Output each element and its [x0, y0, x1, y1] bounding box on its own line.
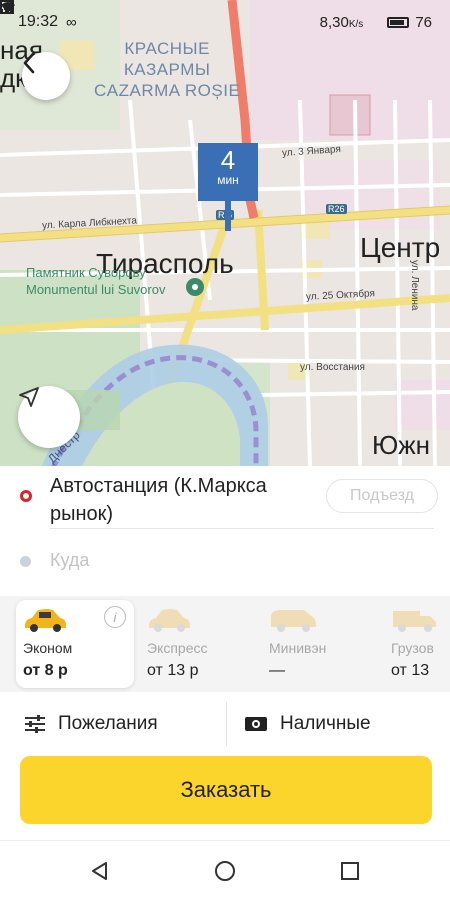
entrance-button[interactable]: Подъезд — [326, 479, 438, 513]
eta-badge: 4 мин — [198, 143, 258, 201]
status-time: 19:32 — [18, 13, 59, 30]
map-label-south: Южн — [372, 430, 431, 460]
locate-me-button[interactable] — [18, 386, 80, 448]
tariff-price: от 8 р — [23, 662, 68, 679]
tariff-name: Эконом — [23, 640, 73, 656]
map-label-street-vosstaniya: ул. Восстания — [300, 362, 365, 373]
tariff-price: от 13 р — [147, 662, 199, 679]
map-label-street-lenina: ул. Ленина — [409, 260, 420, 311]
order-sheet: Автостанция (К.Маркса рынок) Подъезд Куд… — [0, 466, 450, 838]
network-speed-unit: K/s — [348, 18, 364, 30]
pickup-pin — [225, 201, 231, 231]
wishes-button[interactable]: Пожелания — [24, 698, 158, 750]
circle-home-icon — [215, 861, 235, 881]
divider — [50, 528, 434, 529]
navigation-arrow-icon — [19, 387, 39, 407]
nav-recents-button[interactable] — [334, 855, 366, 887]
battery-icon — [387, 16, 410, 28]
payment-button[interactable]: Наличные — [244, 698, 371, 750]
map-label-road-r26: R26 — [326, 204, 347, 214]
tariff-name: Грузов — [391, 640, 434, 656]
map-label-center: Центр — [360, 232, 441, 263]
map-label-district: КРАСНЫЕ КАЗАРМЫ CAZARMA ROȘIE — [94, 39, 241, 100]
car-icon — [149, 609, 190, 632]
status-bar: 19:32 ∞ 8,30K/s 76 — [0, 0, 450, 44]
info-icon[interactable]: i — [104, 606, 126, 628]
battery-level: 76 — [415, 13, 432, 31]
triangle-back-icon — [92, 862, 107, 880]
nav-back-button[interactable] — [84, 855, 116, 887]
truck-icon — [393, 611, 436, 632]
destination-dot-icon — [20, 556, 31, 567]
cash-icon — [245, 717, 267, 731]
wishes-label: Пожелания — [58, 713, 158, 734]
tariff-name: Минивэн — [269, 640, 327, 656]
network-speed-value: 8,30 — [319, 13, 349, 31]
tariff-card-express[interactable]: Экспресс от 13 р — [140, 600, 258, 688]
map-view[interactable]: 19:32 ∞ 8,30K/s 76 ная дка КРАСНЫЕ КАЗАР… — [0, 0, 450, 468]
map-label-monument: Памятник Суворову Monumentul lui Suvorov — [26, 265, 166, 297]
eta-unit: мин — [217, 173, 239, 187]
nav-home-button[interactable] — [209, 855, 241, 887]
pickup-dot-icon — [20, 490, 32, 502]
destination-input[interactable]: Куда — [50, 550, 89, 571]
tariff-card-economy[interactable]: i Эконом от 8 р — [16, 600, 134, 688]
order-button[interactable]: Заказать — [20, 756, 432, 824]
loop-icon: ∞ — [66, 13, 77, 31]
options-divider — [226, 702, 227, 746]
sliders-icon — [25, 715, 45, 733]
tariff-price: от 13 — [391, 662, 430, 679]
network-speed: 8,30K/s — [320, 14, 364, 31]
tariff-carousel[interactable]: i Эконом от 8 р Экспресс от 13 р Минивэн… — [0, 596, 450, 692]
app-root: 19:32 ∞ 8,30K/s 76 ная дка КРАСНЫЕ КАЗАР… — [0, 0, 450, 900]
back-button[interactable] — [22, 52, 70, 100]
tariff-price: — — [269, 662, 285, 679]
pickup-address[interactable]: Автостанция (К.Маркса рынок) — [50, 472, 320, 528]
destination-row[interactable]: Куда — [0, 542, 450, 582]
chevron-left-icon — [23, 52, 35, 74]
payment-label: Наличные — [280, 713, 371, 734]
minivan-icon — [271, 610, 316, 632]
tariff-name: Экспресс — [147, 640, 208, 656]
square-recents-icon — [341, 862, 359, 880]
tariff-card-minivan[interactable]: Минивэн — — [262, 600, 380, 688]
pickup-row[interactable]: Автостанция (К.Маркса рынок) Подъезд — [0, 466, 450, 528]
eta-value: 4 — [220, 145, 236, 175]
tariff-card-cargo[interactable]: Грузов от 13 — [384, 600, 450, 688]
options-row: Пожелания Наличные — [0, 698, 450, 750]
car-icon — [25, 609, 66, 632]
system-navbar — [0, 840, 450, 900]
